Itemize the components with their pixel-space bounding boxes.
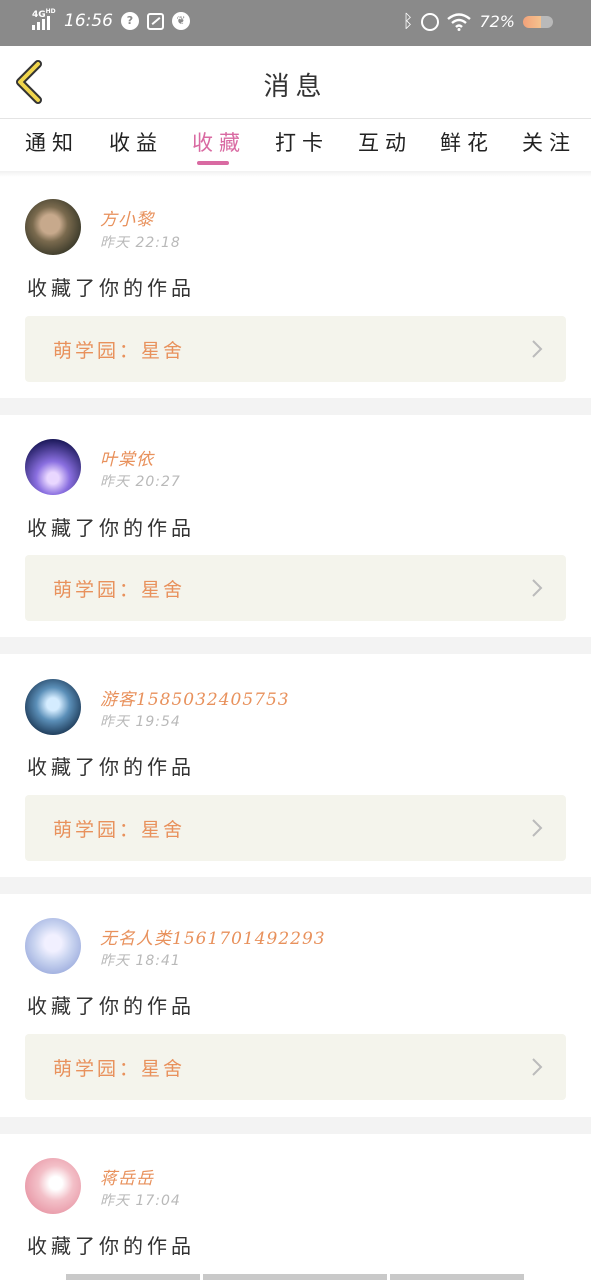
tab-checkin[interactable]: 打卡 <box>275 127 329 157</box>
battery-percent: 72% <box>479 12 515 31</box>
chevron-right-icon <box>532 1058 543 1076</box>
wifi-icon <box>447 12 472 31</box>
message-card: 叶棠依 昨天 20:27 收藏了你的作品 萌学园：星舍 <box>0 415 591 637</box>
message-action-text: 收藏了你的作品 <box>27 276 195 300</box>
tab-notifications[interactable]: 通知 <box>25 127 79 157</box>
work-title: 萌学园：星舍 <box>53 819 186 841</box>
user-name[interactable]: 叶棠依 <box>100 445 154 470</box>
tab-bar-shadow <box>0 171 591 177</box>
clock: 16:56 <box>64 11 113 31</box>
message-card: 蒋岳岳 昨天 17:04 收藏了你的作品 <box>0 1134 591 1280</box>
work-title: 萌学园：星舍 <box>53 579 186 601</box>
work-title: 萌学园：星舍 <box>53 1058 186 1080</box>
message-card: 游客1585032405753 昨天 19:54 收藏了你的作品 萌学园：星舍 <box>0 654 591 877</box>
avatar[interactable] <box>25 679 81 735</box>
work-link[interactable]: 萌学园：星舍 <box>25 316 566 382</box>
header: 消息 <box>0 46 591 118</box>
work-link[interactable]: 萌学园：星舍 <box>25 1034 566 1100</box>
tab-flowers[interactable]: 鲜花 <box>440 127 494 157</box>
chevron-right-icon <box>532 819 543 837</box>
message-action-text: 收藏了你的作品 <box>27 994 195 1018</box>
alarm-icon <box>421 12 440 31</box>
user-name[interactable]: 方小黎 <box>100 205 154 230</box>
chevron-right-icon <box>532 579 543 597</box>
leaf-icon: ❦ <box>172 12 190 30</box>
message-time: 昨天 17:04 <box>100 1193 181 1209</box>
divider <box>0 877 591 894</box>
message-action-text: 收藏了你的作品 <box>27 1234 195 1258</box>
message-action-text: 收藏了你的作品 <box>27 516 195 540</box>
tab-interaction[interactable]: 互动 <box>358 127 412 157</box>
user-name[interactable]: 蒋岳岳 <box>100 1164 154 1189</box>
screenshot-off-icon <box>147 12 164 30</box>
tab-bar: 通知 收益 收藏 打卡 互动 鲜花 关注 <box>0 118 591 174</box>
message-card: 方小黎 昨天 22:18 收藏了你的作品 萌学园：星舍 <box>0 178 591 398</box>
tab-favorites[interactable]: 收藏 <box>192 127 246 157</box>
message-card: 无名人类1561701492293 昨天 18:41 收藏了你的作品 萌学园：星… <box>0 894 591 1117</box>
avatar[interactable] <box>25 918 81 974</box>
work-link[interactable]: 萌学园：星舍 <box>25 795 566 861</box>
network-type: 4GHD <box>32 8 56 20</box>
chevron-right-icon <box>532 340 543 358</box>
page-title: 消息 <box>263 72 328 102</box>
message-action-text: 收藏了你的作品 <box>27 755 195 779</box>
user-name[interactable]: 游客1585032405753 <box>100 685 290 710</box>
divider <box>0 637 591 654</box>
avatar[interactable] <box>25 439 81 495</box>
bluetooth-icon: ᛒ <box>402 11 414 32</box>
question-circle-icon: ? <box>121 12 139 30</box>
status-right: ᛒ 72% <box>403 11 553 32</box>
tab-follow[interactable]: 关注 <box>522 127 576 157</box>
status-bar: 4GHD 16:56 ? ❦ ᛒ 72% <box>0 0 591 46</box>
message-time: 昨天 20:27 <box>100 474 181 490</box>
work-title: 萌学园：星舍 <box>53 340 186 362</box>
work-link[interactable]: 萌学园：星舍 <box>25 555 566 621</box>
divider <box>0 1117 591 1134</box>
network-sup-label: HD <box>45 8 56 15</box>
status-left: 4GHD 16:56 ? ❦ <box>32 8 190 31</box>
tab-earnings[interactable]: 收益 <box>109 127 163 157</box>
nav-gesture-bar <box>0 1274 591 1280</box>
network-label: 4G <box>32 10 46 20</box>
message-time: 昨天 19:54 <box>100 714 181 730</box>
avatar[interactable] <box>25 199 81 255</box>
battery-icon <box>523 15 553 28</box>
message-time: 昨天 18:41 <box>100 953 181 969</box>
user-name[interactable]: 无名人类1561701492293 <box>100 924 326 949</box>
active-tab-indicator <box>197 161 229 165</box>
avatar[interactable] <box>25 1158 81 1214</box>
divider <box>0 398 591 415</box>
message-time: 昨天 22:18 <box>100 235 181 251</box>
